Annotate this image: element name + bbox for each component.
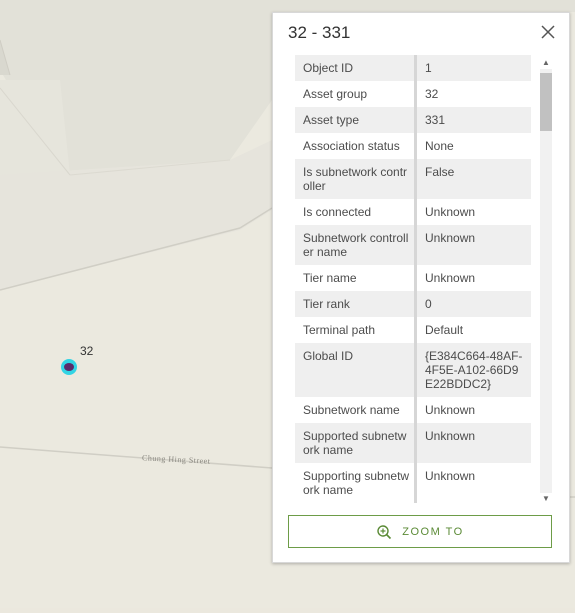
scrollbar[interactable]: ▲ ▼ [537, 55, 553, 509]
close-icon [541, 25, 555, 39]
attribute-value: 0 [415, 291, 531, 317]
attribute-row: Object ID 1 [295, 55, 531, 81]
feature-label: 32 [80, 344, 94, 358]
attribute-row: Is connected Unknown [295, 199, 531, 225]
attribute-key: Subnetwork controller name [295, 225, 417, 265]
attribute-table: Object ID 1 Asset group 32 Asset type 331 Asso… [295, 55, 531, 503]
zoom-to-button[interactable]: ZOOM TO [288, 515, 552, 548]
zoom-in-icon [377, 524, 392, 539]
attribute-key: Tier name [295, 265, 417, 291]
attribute-row: Tier name Unknown [295, 265, 531, 291]
scroll-thumb[interactable] [540, 73, 552, 131]
attribute-row: Is subnetwork controller False [295, 159, 531, 199]
attribute-key: Object ID [295, 55, 417, 81]
attribute-key: Is connected [295, 199, 417, 225]
attribute-table-container[interactable]: Object ID 1 Asset group 32 Asset type 331 Asso… [295, 55, 533, 509]
scroll-track[interactable] [540, 69, 552, 493]
popup-title: 32 - 331 [288, 23, 351, 42]
attribute-value: 32 [425, 87, 439, 101]
attribute-key: Supported subnetwork name [295, 423, 417, 463]
attribute-key: Tier rank [295, 291, 417, 317]
attribute-row: Supported subnetwork name Unknown [295, 423, 531, 463]
attribute-key: Terminal path [295, 317, 417, 343]
attribute-row: Global ID {E384C664-48AF-4F5E-A102-66D9E2… [295, 343, 531, 397]
attribute-row: Supporting subnetwork name Unknown [295, 463, 531, 503]
attribute-key: Asset type [295, 107, 417, 133]
attribute-value: 1 [415, 55, 531, 81]
attribute-key: Is subnetwork controller [295, 159, 417, 199]
attribute-value: Default [425, 323, 464, 337]
scroll-up-arrow-icon[interactable]: ▲ [540, 57, 552, 69]
attribute-row: Tier rank 0 [295, 291, 531, 317]
attribute-key: Supporting subnetwork name [295, 463, 417, 503]
attribute-value: False [415, 159, 531, 199]
attribute-row: Subnetwork controller name Unknown [295, 225, 531, 265]
attribute-key: Subnetwork name [295, 397, 417, 423]
attribute-value: Unknown [415, 225, 531, 265]
attribute-key: Asset group [295, 81, 417, 107]
scroll-down-arrow-icon[interactable]: ▼ [540, 493, 552, 505]
attribute-value: None [425, 139, 454, 153]
feature-point-icon[interactable] [64, 363, 74, 371]
attribute-value: Unknown [425, 403, 476, 417]
attribute-value: Unknown [415, 423, 531, 463]
attribute-row: Association status None [295, 133, 531, 159]
feature-popup: 32 - 331 Object ID 1 Asset group 32 Asset ty… [272, 12, 570, 563]
attribute-row: Asset group 32 [295, 81, 531, 107]
attribute-value: Unknown [425, 205, 476, 219]
zoom-to-label: ZOOM TO [402, 525, 464, 538]
attribute-value: {E384C664-48AF-4F5E-A102-66D9E22BDDC2} [415, 343, 531, 397]
attribute-row: Asset type 331 [295, 107, 531, 133]
attribute-value: Unknown [425, 271, 476, 285]
attribute-value: 331 [415, 107, 531, 133]
close-button[interactable] [537, 21, 559, 43]
attribute-key: Global ID [295, 343, 417, 397]
attribute-row: Terminal path Default [295, 317, 531, 343]
attribute-value: Unknown [425, 469, 476, 483]
attribute-row: Subnetwork name Unknown [295, 397, 531, 423]
attribute-key: Association status [295, 133, 417, 159]
